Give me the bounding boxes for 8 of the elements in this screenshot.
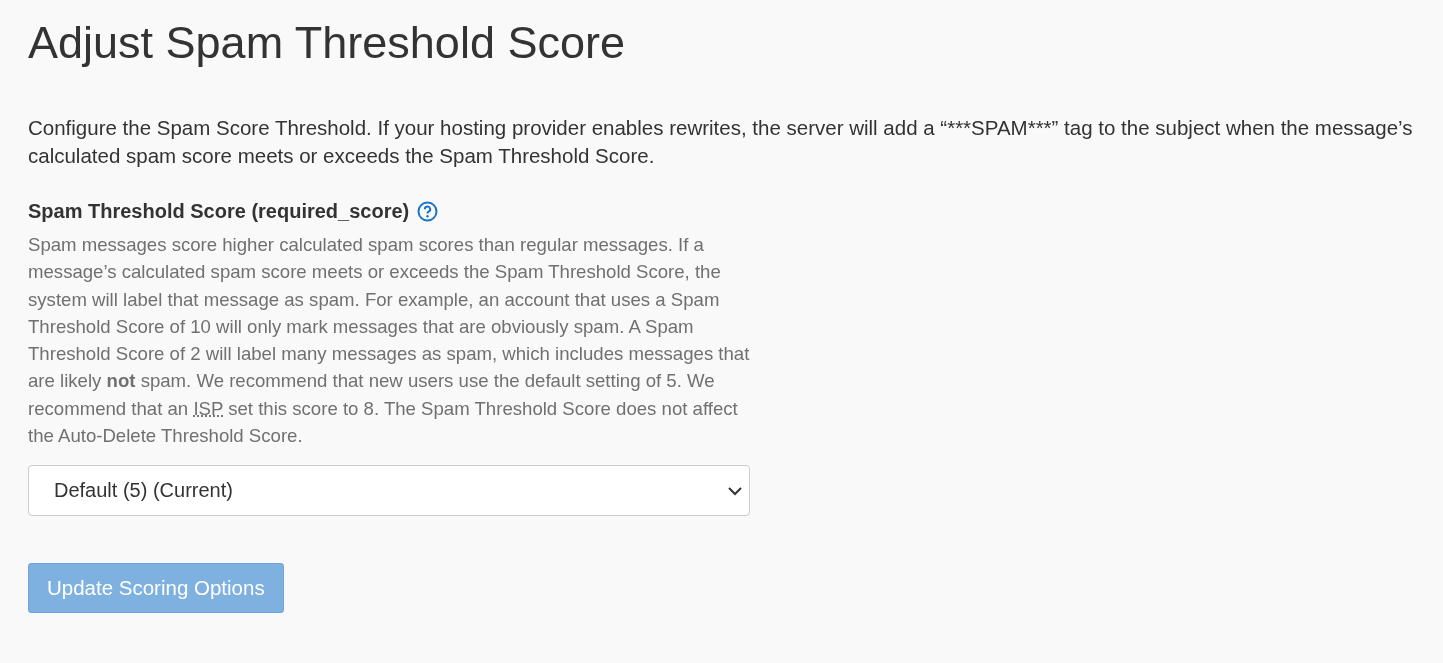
chevron-down-icon	[727, 485, 743, 496]
help-icon[interactable]	[417, 201, 439, 222]
abbreviation-link[interactable]: ISP	[193, 397, 223, 419]
description-paragraph: Configure the Spam Score Threshold. If your hosting provider enables rewrites, the server will add a “***SPAM***” tag to the subject when the message’s calculated spam score meets or exceeds the Spam Threshold Score.	[28, 115, 1414, 169]
field-label: Spam Threshold Score (required_score)	[28, 200, 410, 223]
page-title: Adjust Spam Threshold Score	[28, 16, 626, 70]
score-select[interactable]: Default (5) (Current)	[28, 465, 750, 517]
help-text: Spam messages score higher calculated spam scores than regular messages. If a message’s calculated spam score meets or exceeds the Spam Threshold Score, the system will label that message as spam. For example, an account that uses a Spam Threshold Score of 10 will only mark messages that are obviously spam. A Spam Threshold Score of 2 will label many messages as spam, which includes messages that are likely not spam. We recommend that new users use the default setting of 5. We recommend that an ISP set this score to 8. The Spam Threshold Score does not affect the Auto-Delete Threshold Score.	[28, 233, 751, 449]
